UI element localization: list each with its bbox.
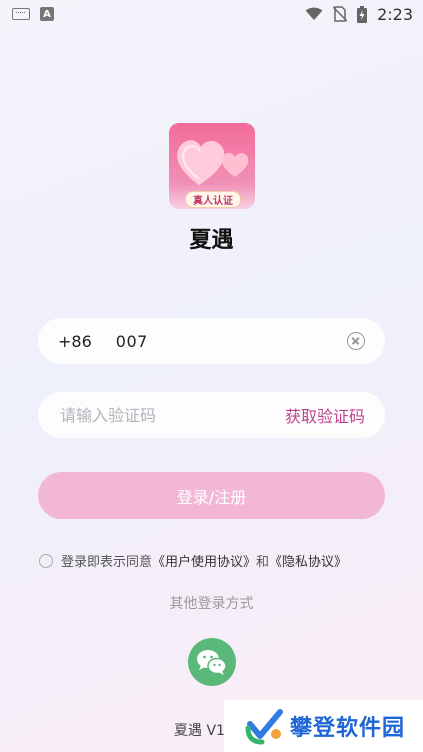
login-button[interactable]: 登录/注册 (38, 472, 385, 519)
other-login-title: 其他登录方式 (169, 596, 254, 612)
watermark-logo-icon (245, 709, 283, 745)
clear-icon[interactable] (347, 332, 365, 350)
app-logo: 真人认证 (169, 123, 255, 209)
phone-input[interactable]: 007 (116, 332, 347, 351)
phone-field[interactable]: +86 007 (38, 318, 385, 364)
wechat-icon (197, 650, 227, 675)
agreement-row: 登录即表示同意 《用户使用协议》 和 《隐私协议》 (39, 551, 347, 570)
privacy-link[interactable]: 《隐私协议》 (269, 551, 347, 570)
no-sim-icon (333, 6, 348, 22)
font-a-icon: A (40, 7, 54, 21)
wechat-login-button[interactable] (188, 638, 236, 686)
version-label: 夏遇 V1 (174, 723, 225, 739)
code-field[interactable]: 获取验证码 (38, 392, 385, 438)
verified-badge: 真人认证 (185, 191, 241, 208)
code-input[interactable] (58, 404, 285, 426)
watermark: 攀登软件园 (224, 700, 423, 752)
keyboard-icon (12, 8, 30, 20)
watermark-text: 攀登软件园 (290, 716, 406, 741)
country-code[interactable]: +86 (58, 332, 92, 351)
app-title: 夏遇 (189, 228, 234, 253)
battery-charging-icon (357, 5, 368, 23)
clock: 2:23 (377, 4, 413, 24)
status-bar: A 2:23 (0, 0, 423, 28)
wifi-icon (305, 7, 323, 20)
user-agreement-link[interactable]: 《用户使用协议》 (152, 551, 256, 570)
agreement-and: 和 (256, 555, 270, 570)
agree-checkbox[interactable] (39, 553, 53, 568)
get-code-button[interactable]: 获取验证码 (285, 403, 365, 427)
agreement-prefix: 登录即表示同意 (61, 555, 153, 570)
